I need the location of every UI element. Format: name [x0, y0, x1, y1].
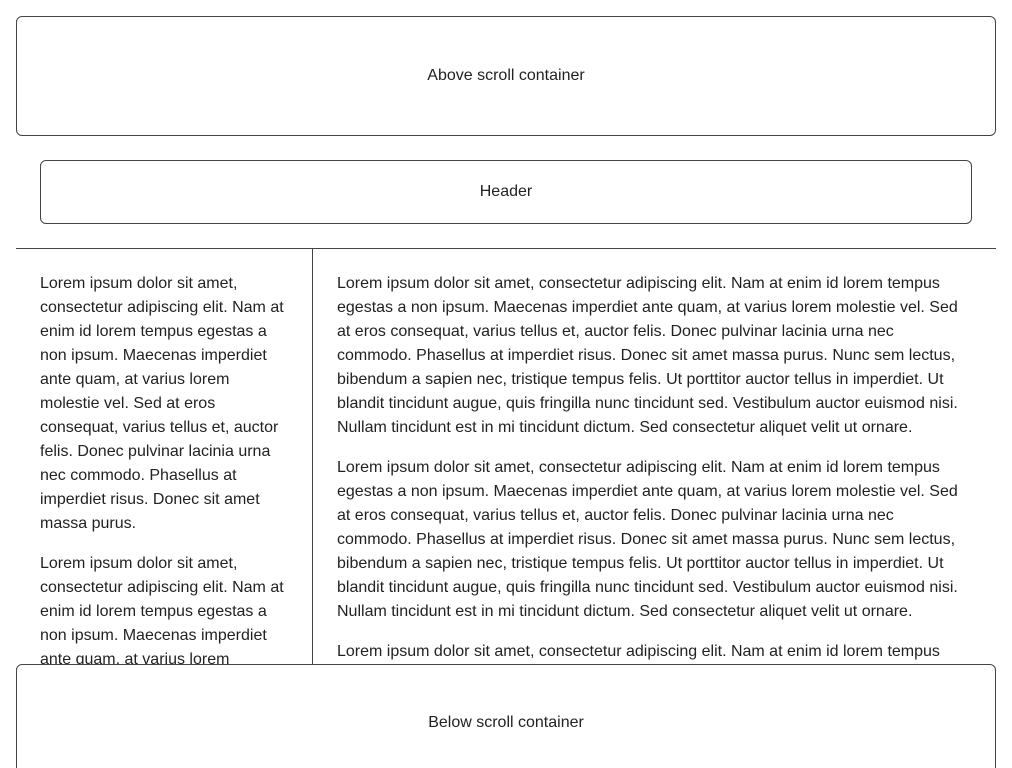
below-scroll-container-label: Below scroll container: [428, 714, 584, 731]
left-column[interactable]: Lorem ipsum dolor sit amet, consectetur …: [40, 272, 288, 672]
right-paragraph: Lorem ipsum dolor sit amet, consectetur …: [337, 643, 940, 660]
scroll-container-top-divider: [16, 248, 996, 249]
left-paragraph: Lorem ipsum dolor sit amet, consectetur …: [40, 555, 284, 668]
below-scroll-container-box: Below scroll container: [16, 664, 996, 768]
header-label: Header: [479, 183, 533, 200]
page: Above scroll container Header Lorem ipsu…: [0, 0, 1012, 768]
right-paragraph: Lorem ipsum dolor sit amet, consectetur …: [337, 275, 958, 436]
left-paragraph: Lorem ipsum dolor sit amet, consectetur …: [40, 275, 284, 532]
above-scroll-container-box: Above scroll container: [16, 16, 996, 136]
column-divider: [312, 248, 313, 668]
above-scroll-container-label: Above scroll container: [427, 67, 585, 84]
header-box: Header: [40, 160, 972, 224]
right-paragraph: Lorem ipsum dolor sit amet, consectetur …: [337, 459, 958, 620]
right-column[interactable]: Lorem ipsum dolor sit amet, consectetur …: [337, 272, 967, 672]
